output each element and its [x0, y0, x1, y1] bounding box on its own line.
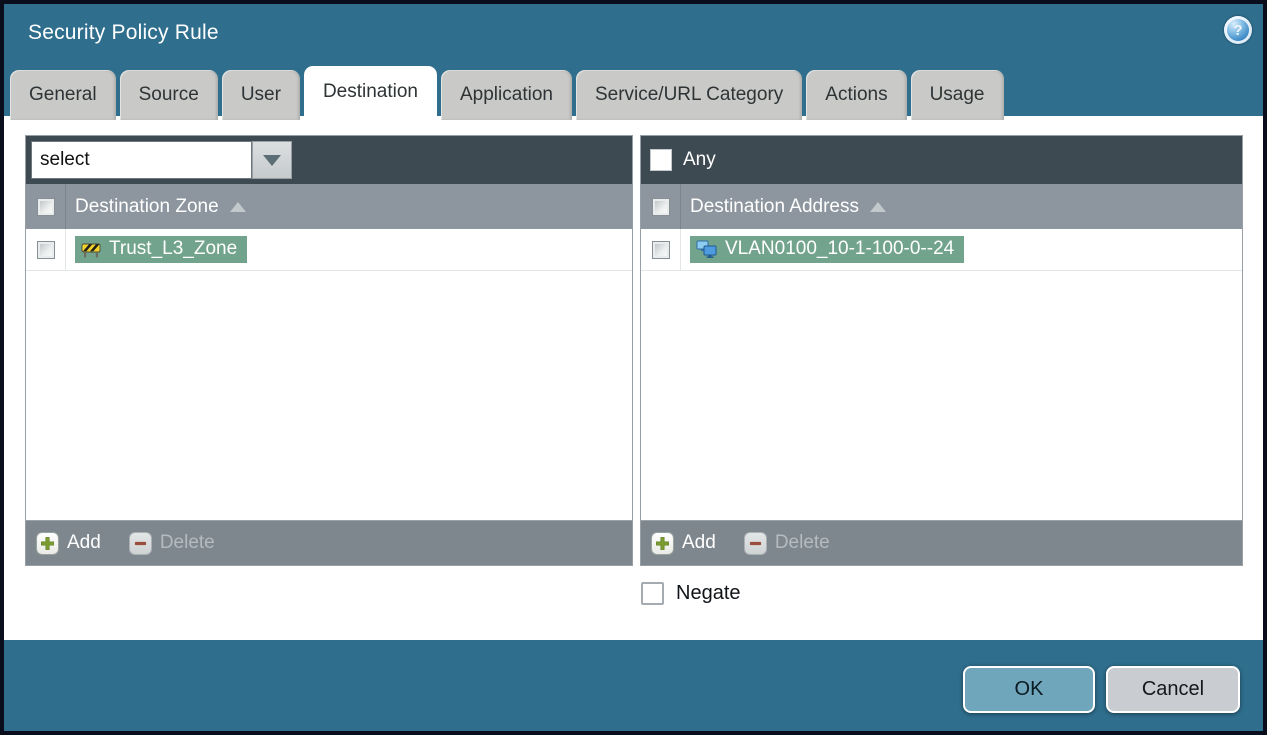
add-button-label: Add [67, 532, 101, 553]
dialog-title: Security Policy Rule [28, 21, 219, 44]
zone-column-title[interactable]: Destination Zone [75, 196, 246, 218]
add-icon [36, 531, 59, 555]
zone-toolbar: Add Delete [26, 520, 632, 565]
sort-ascending-icon [870, 201, 886, 212]
chevron-down-icon [263, 154, 281, 166]
tab-actions[interactable]: Actions [806, 70, 907, 120]
tab-usage[interactable]: Usage [910, 70, 1004, 120]
table-row[interactable]: Trust_L3_Zone [26, 229, 632, 271]
table-row[interactable]: VLAN0100_10-1-100-0--24 [641, 229, 1242, 271]
sort-ascending-icon [229, 201, 246, 212]
zone-select-dropdown-button[interactable] [252, 141, 292, 179]
address-any-cell [641, 136, 681, 184]
tab-service-url-category[interactable]: Service/URL Category [575, 70, 803, 120]
any-checkbox[interactable] [650, 149, 672, 171]
zone-rows-area: Trust_L3_Zone [26, 229, 632, 520]
destination-zone-panel: Destination Zone Trust_L3_Zone [25, 135, 633, 566]
tab-bar: General Source User Destination Applicat… [10, 66, 1004, 120]
address-any-bar: Any [641, 136, 1242, 184]
address-add-button[interactable]: Add [651, 531, 716, 555]
negate-label: Negate [676, 582, 741, 604]
delete-icon [743, 531, 767, 555]
zone-column-header: Destination Zone [26, 184, 632, 229]
negate-option: Negate [641, 582, 741, 605]
address-column-title[interactable]: Destination Address [690, 196, 886, 218]
address-delete-button[interactable]: Delete [743, 531, 830, 555]
address-rows-area: VLAN0100_10-1-100-0--24 [641, 229, 1242, 520]
any-label: Any [683, 149, 716, 170]
help-icon[interactable]: ? [1224, 16, 1252, 44]
zone-row-checkbox[interactable] [36, 240, 55, 259]
zone-delete-button[interactable]: Delete [128, 531, 215, 555]
address-toolbar: Add Delete [641, 520, 1242, 565]
tab-general[interactable]: General [10, 70, 116, 120]
address-row-checkbox-cell [641, 229, 681, 270]
address-column-header: Destination Address [641, 184, 1242, 229]
tab-source[interactable]: Source [119, 70, 218, 120]
address-row-checkbox[interactable] [651, 240, 670, 259]
zone-filter-bar [26, 136, 632, 184]
address-column-label: Destination Address [690, 195, 859, 217]
delete-button-label: Delete [159, 532, 215, 553]
negate-checkbox[interactable] [641, 582, 664, 605]
zone-value-chip[interactable]: Trust_L3_Zone [75, 236, 248, 263]
add-button-label: Add [682, 532, 716, 553]
zone-select-all-cell [26, 184, 66, 229]
cancel-button[interactable]: Cancel [1106, 666, 1240, 713]
zone-column-label: Destination Zone [75, 195, 219, 217]
tab-user[interactable]: User [221, 70, 300, 120]
security-policy-rule-dialog: Security Policy Rule ? General Source Us… [0, 0, 1267, 735]
zone-add-button[interactable]: Add [36, 531, 101, 555]
zone-value-label: Trust_L3_Zone [109, 238, 238, 259]
zone-select-input[interactable] [31, 141, 252, 179]
delete-button-label: Delete [774, 532, 830, 553]
help-icon-glyph: ? [1233, 21, 1243, 39]
add-icon [651, 531, 674, 555]
ok-button[interactable]: OK [963, 666, 1095, 713]
address-select-all-cell [641, 184, 681, 229]
delete-icon [128, 531, 152, 555]
tab-application[interactable]: Application [441, 70, 572, 120]
zone-row-checkbox-cell [26, 229, 66, 270]
zone-select-all-checkbox[interactable] [36, 197, 55, 216]
address-value-chip[interactable]: VLAN0100_10-1-100-0--24 [690, 236, 965, 263]
zone-icon [81, 243, 101, 257]
network-address-icon [696, 240, 717, 258]
address-value-label: VLAN0100_10-1-100-0--24 [725, 238, 955, 259]
address-select-all-checkbox[interactable] [651, 197, 670, 216]
tab-destination[interactable]: Destination [303, 66, 437, 120]
destination-address-panel: Any Destination Address VLAN0100_10-1-10… [640, 135, 1243, 566]
